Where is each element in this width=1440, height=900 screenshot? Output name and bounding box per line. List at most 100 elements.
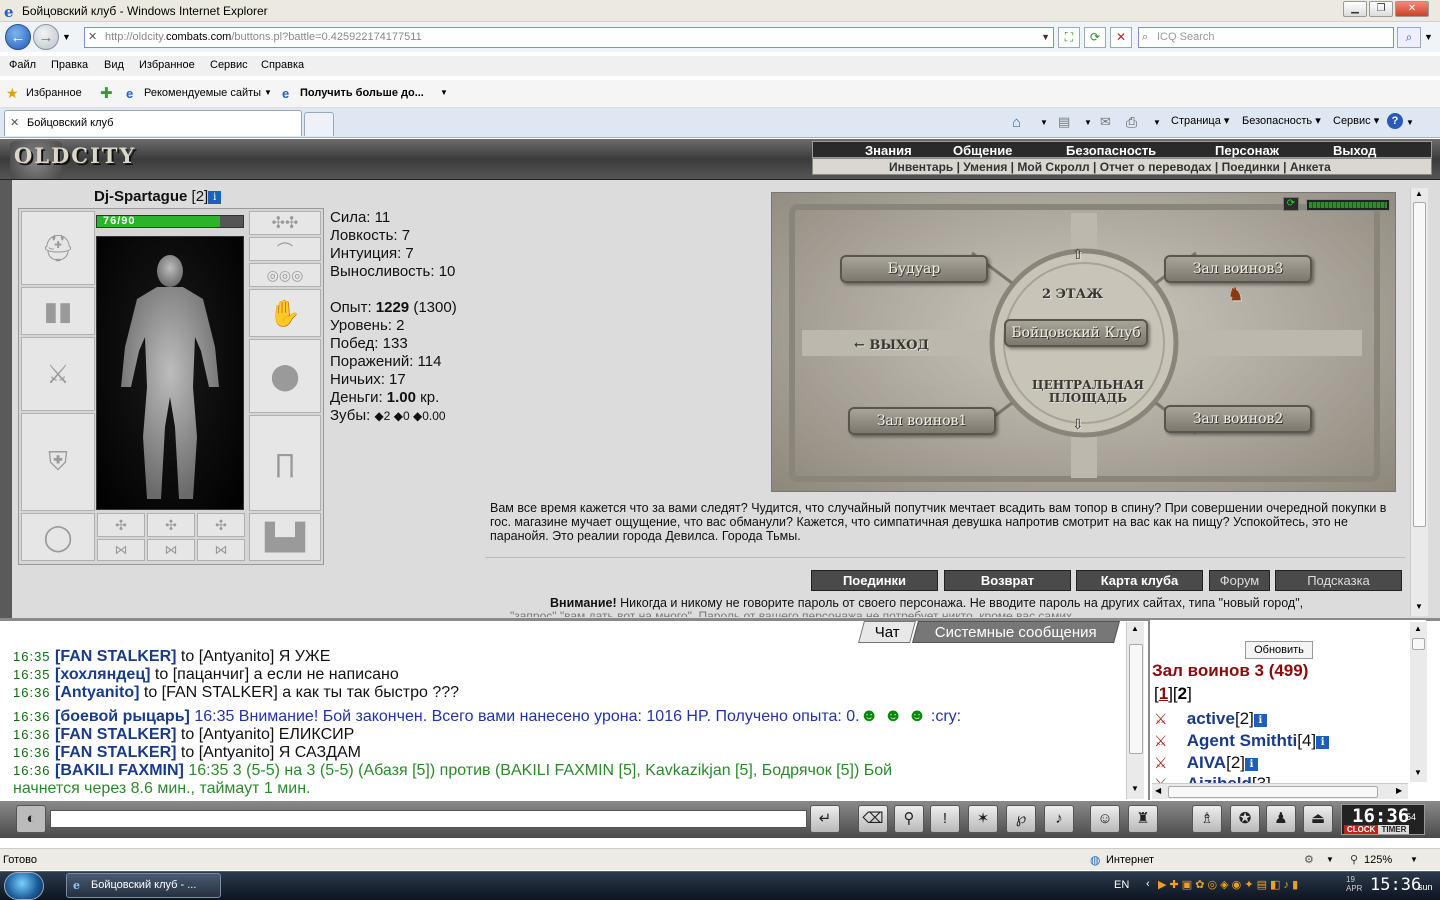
user-info-icon[interactable]: i bbox=[1253, 714, 1267, 727]
rings-slot[interactable]: ◎◎◎ bbox=[249, 263, 321, 287]
close-window-button[interactable]: ✕ bbox=[1395, 1, 1429, 17]
user-info-icon[interactable]: i bbox=[1245, 758, 1258, 771]
pocket-slot-2[interactable]: ⋈ bbox=[147, 539, 195, 561]
nav-exit[interactable]: Выход bbox=[1333, 143, 1376, 158]
nav-security[interactable]: Безопасность bbox=[1066, 143, 1156, 158]
add-favorite-icon[interactable]: ✚ bbox=[100, 84, 113, 102]
friends-button[interactable]: ♟ bbox=[1266, 805, 1296, 833]
get-more-addons-link[interactable]: Получить больше до... bbox=[300, 87, 424, 99]
chat-scroll-thumb[interactable] bbox=[1129, 644, 1143, 754]
suggested-sites-link[interactable]: Рекомендуемые сайты bbox=[144, 87, 261, 99]
amulet-slot[interactable]: ⌒ bbox=[249, 237, 321, 261]
hscroll-left-icon[interactable]: ◀ bbox=[1155, 786, 1161, 795]
message-author[interactable]: [FAN STALKER] bbox=[55, 744, 176, 761]
refresh-online-button[interactable]: Обновить bbox=[1245, 641, 1313, 659]
attack-icon[interactable]: ⚔ bbox=[1154, 710, 1182, 728]
nav-knowledge[interactable]: Знания bbox=[865, 143, 912, 158]
print-dropdown-icon[interactable]: ▼ bbox=[1153, 118, 1161, 127]
search-input[interactable]: ⌕ ICQ Search bbox=[1138, 27, 1394, 48]
message-author[interactable]: [FAN STALKER] bbox=[55, 648, 176, 665]
game-nav-bottom-links[interactable]: Инвентарь | Умения | Мой Скролл | Отчет … bbox=[889, 160, 1331, 174]
minimize-button[interactable]: ▁ bbox=[1343, 1, 1367, 17]
duels-button[interactable]: Поединки bbox=[811, 570, 938, 591]
protected-mode-icon[interactable]: ⚙ bbox=[1304, 853, 1314, 866]
message-author[interactable]: [боевой рыцарь] bbox=[55, 708, 190, 725]
tray-clock[interactable]: 15:36 bbox=[1370, 875, 1421, 895]
home-dropdown-icon[interactable]: ▼ bbox=[1040, 118, 1048, 127]
inventory-bag-button[interactable]: ♗ bbox=[1192, 805, 1222, 833]
smiles-button[interactable]: ☺ bbox=[1090, 805, 1120, 833]
chat-scroll-up-icon[interactable]: ▲ bbox=[1131, 624, 1139, 633]
forward-button[interactable]: → bbox=[33, 24, 59, 50]
return-button[interactable]: Возврат bbox=[944, 570, 1071, 591]
menu-edit[interactable]: Правка bbox=[51, 59, 88, 71]
zoom-dropdown-icon[interactable]: ▼ bbox=[1410, 855, 1418, 864]
bracers-slot[interactable]: ▮▮ bbox=[21, 287, 95, 335]
gloves-slot[interactable]: ✋ bbox=[249, 289, 321, 337]
map-boudoir-button[interactable]: Будуар bbox=[840, 255, 988, 283]
online-scroll-down-icon[interactable]: ▼ bbox=[1414, 768, 1422, 777]
taskbar-ie-window[interactable]: e Бойцовский клуб - ... bbox=[66, 873, 221, 898]
pocket-slot-1[interactable]: ⋈ bbox=[97, 539, 145, 561]
map-floor2-link[interactable]: 2 ЭТАЖ bbox=[1042, 287, 1103, 302]
boots-slot[interactable]: ▙▟ bbox=[249, 513, 321, 561]
chat-scroll-down-icon[interactable]: ▼ bbox=[1131, 784, 1139, 793]
search-options-icon[interactable]: ▼ bbox=[1424, 32, 1433, 42]
online-user-name[interactable]: AIVA bbox=[1187, 753, 1226, 772]
pocket-slot-3[interactable]: ⋈ bbox=[197, 539, 245, 561]
online-user-name[interactable]: Aiziheld bbox=[1187, 775, 1252, 783]
scroll-slot-1[interactable]: ✣ bbox=[97, 513, 145, 537]
map-hall2-button[interactable]: Зал воинов2 bbox=[1164, 405, 1312, 433]
favorites-button[interactable]: Избранное bbox=[26, 87, 82, 99]
history-dropdown-icon[interactable]: ▼ bbox=[62, 32, 71, 42]
leggings-slot[interactable]: ∏ bbox=[249, 415, 321, 511]
maximize-button[interactable]: ❐ bbox=[1369, 1, 1393, 17]
hscroll-right-icon[interactable]: ▶ bbox=[1396, 786, 1402, 795]
scroll-slot-2[interactable]: ✣ bbox=[147, 513, 195, 537]
scroll-slot-3[interactable]: ✣ bbox=[197, 513, 245, 537]
language-indicator[interactable]: EN bbox=[1114, 879, 1129, 891]
refresh-icon[interactable]: ⟳ bbox=[1084, 27, 1106, 48]
map-refresh-icon[interactable]: ⟳ bbox=[1283, 197, 1299, 211]
eraser-button[interactable]: ⌫ bbox=[858, 805, 888, 833]
zoom-level[interactable]: 125% bbox=[1364, 854, 1392, 866]
hint-button[interactable]: Подсказка bbox=[1275, 570, 1402, 591]
menu-view[interactable]: Вид bbox=[104, 59, 124, 71]
address-bar[interactable]: ✕ http://oldcity.combats.com/buttons.pl?… bbox=[84, 27, 1054, 48]
hide-button[interactable]: ✶ bbox=[968, 805, 998, 833]
chat-scrollbar[interactable]: ▲ ▼ bbox=[1126, 622, 1144, 799]
search-button[interactable]: ⌕ bbox=[1397, 27, 1421, 48]
tab-chat[interactable]: Чат bbox=[858, 621, 916, 643]
attack-icon[interactable]: ⚔ bbox=[1154, 776, 1182, 783]
menu-favorites[interactable]: Избранное bbox=[139, 59, 195, 71]
filter-button[interactable]: ⚲ bbox=[894, 805, 924, 833]
scroll-down-icon[interactable]: ▼ bbox=[1415, 602, 1423, 611]
online-user-name[interactable]: active bbox=[1187, 709, 1235, 728]
back-button[interactable]: ← bbox=[5, 24, 31, 50]
clan-button[interactable]: ♜ bbox=[1128, 805, 1158, 833]
online-user-name[interactable]: Agent Smithti bbox=[1187, 731, 1298, 750]
message-author[interactable]: [хохляндец] bbox=[55, 666, 150, 683]
skills-button[interactable]: ✪ bbox=[1230, 805, 1260, 833]
game-scroll-thumb[interactable] bbox=[1413, 202, 1426, 527]
belt-slot[interactable]: ◯ bbox=[21, 513, 95, 561]
helmet-slot[interactable]: ⛑ bbox=[21, 211, 95, 285]
map-exit-link[interactable]: ← ВЫХОД bbox=[854, 338, 929, 353]
earring-slot[interactable]: ✣✣ bbox=[249, 211, 321, 235]
page-menu[interactable]: Страница ▾ bbox=[1171, 114, 1229, 127]
exit-game-button[interactable]: ⏏ bbox=[1303, 805, 1333, 833]
online-scroll-up-icon[interactable]: ▲ bbox=[1414, 624, 1422, 633]
message-author[interactable]: [Antyanito] bbox=[55, 684, 139, 701]
online-scroll-thumb[interactable] bbox=[1412, 638, 1425, 650]
message-author[interactable]: [BAKILI FAXMIN] bbox=[55, 762, 184, 779]
compatibility-view-icon[interactable]: ⛶ bbox=[1058, 27, 1080, 48]
send-message-button[interactable]: ↵ bbox=[810, 805, 840, 833]
map-club-button[interactable]: Бойцовский Клуб bbox=[1004, 319, 1148, 347]
online-scrollbar[interactable]: ▲ ▼ bbox=[1410, 622, 1427, 782]
forum-button[interactable]: Форум bbox=[1209, 570, 1270, 591]
safety-menu[interactable]: Безопасность ▾ bbox=[1242, 114, 1321, 127]
shield-slot[interactable]: ⬤ bbox=[249, 339, 321, 413]
hscroll-thumb[interactable] bbox=[1168, 786, 1378, 798]
menu-help[interactable]: Справка bbox=[261, 59, 304, 71]
address-dropdown-icon[interactable]: ▼ bbox=[1041, 28, 1050, 47]
